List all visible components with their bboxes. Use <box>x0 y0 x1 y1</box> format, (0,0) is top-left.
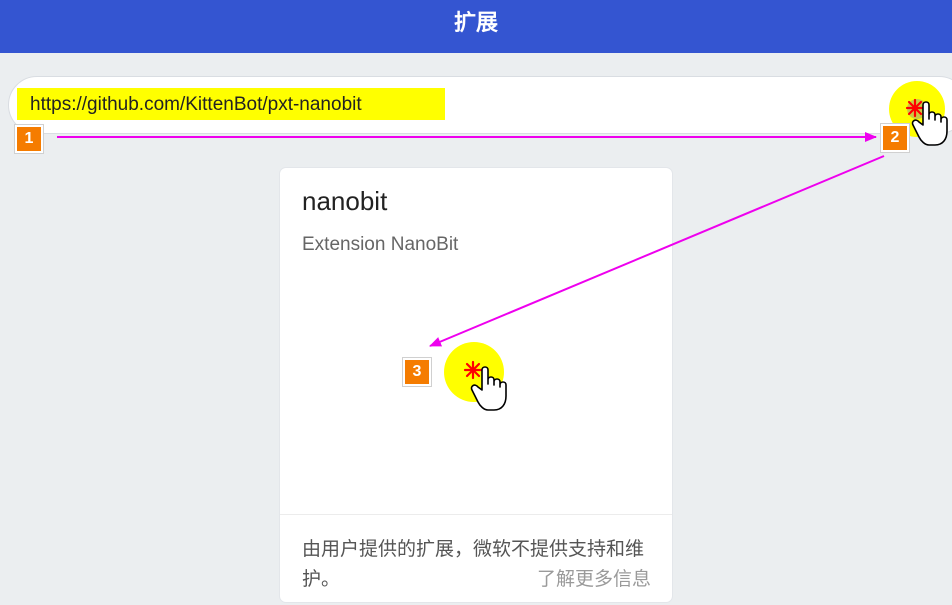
extension-card-nanobit[interactable]: nanobit Extension NanoBit 由用户提供的扩展，微软不提供… <box>280 168 672 602</box>
extension-card-title: nanobit <box>302 186 388 216</box>
extension-card-description: Extension NanoBit <box>302 234 459 255</box>
step-badge-1: 1 <box>15 125 43 153</box>
dialog-header: 扩展 <box>0 0 952 53</box>
learn-more-link[interactable]: 了解更多信息 <box>530 564 651 594</box>
search-input-value[interactable]: https://github.com/KittenBot/pxt-nanobit <box>30 91 362 119</box>
card-divider <box>280 514 672 515</box>
step-badge-2: 2 <box>881 124 909 152</box>
step-badge-3: 3 <box>403 358 431 386</box>
dialog-title: 扩展 <box>453 10 498 36</box>
